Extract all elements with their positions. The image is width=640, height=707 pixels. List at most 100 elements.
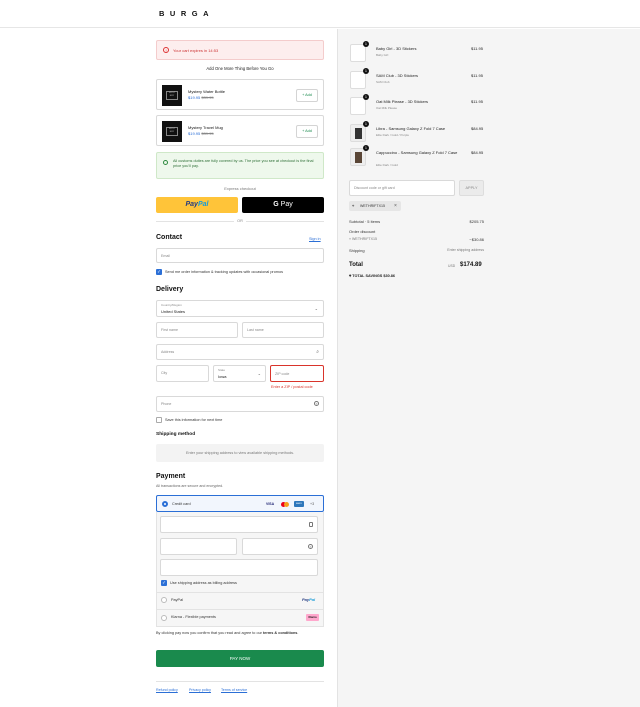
lock-icon [309,522,313,527]
product-thumbnail [350,71,366,89]
refund-policy-link[interactable]: Refund policy [156,688,178,692]
product-name: Baby Girl - 3D Stickers [376,46,417,51]
klarna-radio[interactable] [161,615,167,621]
security-code-field[interactable]: ? [242,538,318,555]
visa-icon: VISA [266,502,275,506]
phone-field[interactable]: Phone ? [156,396,324,412]
paypal-logo-icon: PayPal [302,597,316,602]
product-variant: Oat Milk Please [376,106,398,110]
newsletter-label: Send me order information & tracking upd… [165,270,283,274]
product-name: Mystery Water Bottle [188,89,225,94]
product-price: $84.95 [471,126,484,131]
email-field[interactable]: Email [156,248,324,263]
billing-same-label: Use shipping address as billing address [170,581,237,585]
applied-code: WETHRIFTX15 [360,204,385,208]
summary-item: 1 Baby Girl - 3D Stickers Baby Girl $11.… [350,41,490,64]
terms-notice: By clicking pay now you confirm that you… [156,631,299,635]
express-checkout-label: Express checkout [224,186,256,191]
quantity-badge: 1 [363,145,369,151]
address-field[interactable]: Address ⌕ [156,344,324,360]
product-thumbnail: MYST ERY [162,85,182,106]
delivery-heading: Delivery [156,286,184,293]
google-icon: G [273,201,279,208]
subtotal-label: Subtotal · 5 items [349,219,381,224]
currency-code: USD [448,264,456,268]
brand-logo[interactable]: BURGA [159,9,214,18]
save-info-checkbox[interactable] [156,417,162,423]
upsell-item: MYST ERY Mystery Travel Mug $19.95 $39.95… [156,115,324,146]
shipping-methods-placeholder: Enter your shipping address to view avai… [156,444,324,462]
help-icon[interactable]: ? [314,401,319,406]
add-upsell-button[interactable]: + Add [296,89,318,102]
apply-discount-button[interactable]: APPLY [459,180,484,196]
paypal-radio[interactable] [161,597,167,603]
first-name-field[interactable]: First name [156,322,238,338]
product-price: $11.95 [471,99,483,104]
credit-card-option[interactable]: Credit card VISA AMEX +3 [156,495,324,512]
paypal-express-button[interactable]: PayPal [156,197,238,213]
product-price: $11.95 [471,73,483,78]
name-on-card-field[interactable] [160,559,318,576]
product-name: Oat Milk Please - 3D Stickers [376,99,429,104]
expiry-field[interactable] [160,538,237,555]
klarna-option-label[interactable]: Klarna - Flexible payments [171,615,216,619]
subtotal-value: $205.75 [469,219,484,224]
paypal-option-label[interactable]: PayPal [171,598,183,602]
product-thumbnail [350,97,366,115]
upsell-item: MYST ERY Mystery Water Bottle $19.95 $39.… [156,79,324,110]
terms-of-service-link[interactable]: Terms of service [221,688,247,692]
summary-item: 1 SAM Club - 3D Stickers SAM Club $11.95 [350,68,490,91]
total-savings: ⌖ TOTAL SAVINGS $30.86 [349,274,395,278]
product-variant: SAM Club [376,80,390,84]
pay-now-button[interactable]: PAY NOW [156,650,324,667]
alert-icon: ! [163,47,169,53]
product-variant: Elite Dark / Gold / Purple [376,133,410,137]
state-select[interactable]: State Iowa ⌄ [213,365,266,382]
billing-same-checkbox[interactable] [161,580,167,586]
credit-card-radio[interactable] [162,501,168,507]
product-thumbnail: MYST ERY [162,121,182,142]
divider [156,592,324,593]
product-price: $11.95 [471,46,483,51]
product-thumbnail [350,148,366,166]
check-circle-icon [163,160,168,165]
amex-icon: AMEX [294,501,304,507]
or-divider-label: OR [234,219,246,223]
gpay-express-button[interactable]: G Pay [242,197,324,213]
quantity-badge: 1 [363,41,369,47]
newsletter-checkbox[interactable] [156,269,162,275]
upsell-title: Add One More Thing Before You Go [206,66,274,71]
product-name: Libra - Samsung Galaxy Z Fold 7 Case [376,126,446,131]
remove-code-icon[interactable]: × [394,203,397,209]
divider [156,609,324,610]
more-cards-badge: +3 [310,502,315,506]
product-thumbnail [350,44,366,62]
divider [156,681,324,682]
quantity-badge: 1 [363,94,369,100]
terms-link[interactable]: terms & conditions [263,631,297,635]
shipping-value: Enter shipping address [447,248,484,252]
chevron-down-icon: ⌄ [314,306,318,311]
quantity-badge: 1 [363,68,369,74]
sign-in-link[interactable]: Sign in [309,237,321,241]
last-name-field[interactable]: Last name [242,322,324,338]
product-name: Mystery Travel Mug [188,125,223,130]
shipping-label: Shipping [349,248,365,253]
chevron-down-icon: ⌄ [257,371,261,376]
card-number-field[interactable] [160,516,318,533]
product-price: $19.95 $39.95 [188,95,214,100]
payment-subtitle: All transactions are secure and encrypte… [156,484,224,488]
privacy-policy-link[interactable]: Privacy policy [189,688,211,692]
country-select[interactable]: Country/Region United States ⌄ [156,300,324,317]
product-price: $19.95 $39.95 [188,131,214,136]
header: BURGA [0,0,640,28]
quantity-badge: 1 [363,121,369,127]
discount-code-field[interactable]: Discount code or gift card [349,180,455,196]
save-info-label: Save this information for next time [165,418,223,422]
help-icon[interactable]: ? [308,544,313,549]
city-field[interactable]: City [156,365,209,382]
product-name: Cappuccino - Samsung Galaxy Z Fold 7 Cas… [376,150,458,155]
zip-field[interactable]: ZIP code [270,365,324,382]
add-upsell-button[interactable]: + Add [296,125,318,138]
search-icon: ⌕ [316,349,319,355]
